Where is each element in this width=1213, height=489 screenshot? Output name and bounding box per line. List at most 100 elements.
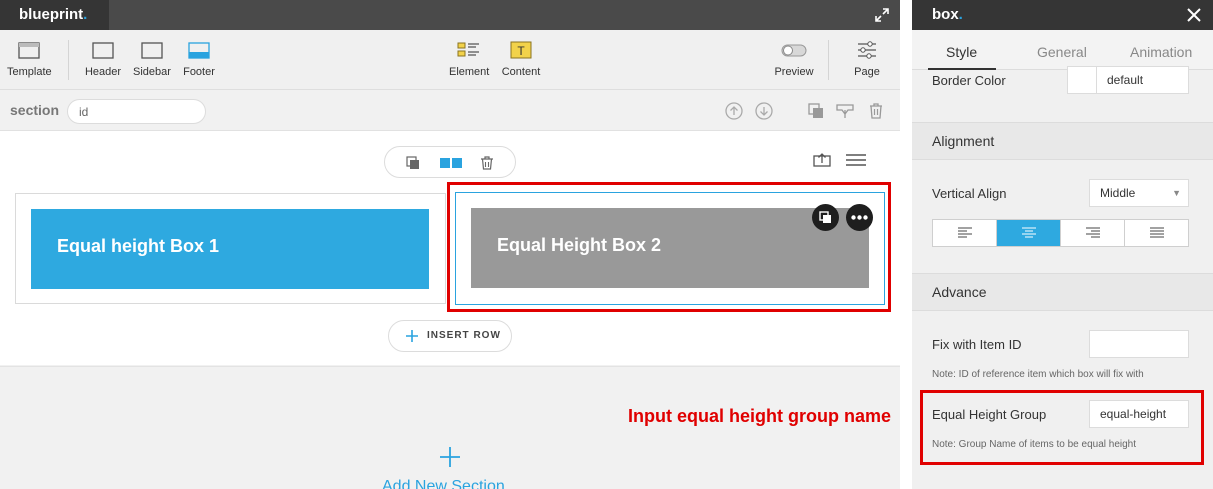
text-align-group xyxy=(932,219,1189,247)
equal-height-box-1[interactable]: Equal height Box 1 xyxy=(31,209,429,289)
editor-area: blueprint. Template Header Sidebar Foote… xyxy=(0,0,900,489)
align-center-icon xyxy=(1021,227,1036,238)
row-controls xyxy=(384,146,516,178)
header-button[interactable]: Header xyxy=(84,40,122,78)
toolbar-divider xyxy=(68,40,69,80)
page-button[interactable]: Page xyxy=(849,40,885,78)
vertical-align-label: Vertical Align xyxy=(932,186,1007,201)
header-icon xyxy=(92,42,114,59)
two-column-icon[interactable] xyxy=(439,155,463,171)
fix-item-input[interactable] xyxy=(1089,330,1189,358)
insert-row-button[interactable]: INSERT ROW xyxy=(388,320,512,352)
sidebar-button[interactable]: Sidebar xyxy=(133,40,171,78)
equal-height-group-note: Note: Group Name of items to be equal he… xyxy=(932,439,1137,450)
advance-heading: Advance xyxy=(912,273,1213,311)
sidebar-icon xyxy=(141,42,163,59)
fix-item-label: Fix with Item ID xyxy=(932,337,1022,352)
preview-label: Preview xyxy=(774,66,814,78)
save-section-icon[interactable] xyxy=(835,101,855,121)
add-new-section-link[interactable]: Add New Section xyxy=(382,478,505,489)
item-more-button[interactable] xyxy=(846,204,873,231)
vertical-align-value: Middle xyxy=(1100,186,1136,200)
border-color-input[interactable]: default xyxy=(1096,66,1189,94)
footer-icon xyxy=(188,42,210,59)
preview-toggle[interactable]: Preview xyxy=(774,40,814,78)
fix-item-note: Note: ID of reference item which box wil… xyxy=(932,369,1144,380)
panel-title-dot: . xyxy=(958,6,963,23)
element-icon xyxy=(457,42,479,57)
section-canvas: Equal height Box 1 Equal Height Box 2 IN… xyxy=(0,131,900,365)
move-down-icon[interactable] xyxy=(754,101,774,121)
move-up-icon[interactable] xyxy=(724,101,744,121)
align-justify-button[interactable] xyxy=(1125,220,1188,246)
lower-area: Input equal height group name Add New Se… xyxy=(0,366,900,489)
vertical-align-select[interactable]: Middle ▼ xyxy=(1089,179,1189,207)
content-button[interactable]: T Content xyxy=(501,40,541,78)
duplicate-icon[interactable] xyxy=(806,101,826,121)
settings-panel: box. Style General Animation Border Colo… xyxy=(912,0,1213,489)
add-section-plus-icon[interactable] xyxy=(438,445,462,469)
alignment-heading: Alignment xyxy=(912,122,1213,160)
panel-title-text: box xyxy=(932,6,959,23)
tab-animation[interactable]: Animation xyxy=(1130,44,1192,60)
duplicate-icon xyxy=(819,211,831,223)
footer-label: Footer xyxy=(183,66,215,78)
tab-style[interactable]: Style xyxy=(946,44,977,60)
upload-icon[interactable] xyxy=(812,151,834,169)
panel-header: box. xyxy=(912,0,1213,30)
template-icon xyxy=(18,42,40,59)
item-settings-button[interactable] xyxy=(812,204,839,231)
brand-dot: . xyxy=(83,6,88,23)
panel-gutter xyxy=(900,0,912,489)
align-left-button[interactable] xyxy=(933,220,997,246)
plus-icon xyxy=(406,330,418,342)
align-left-icon xyxy=(957,227,972,238)
align-right-button[interactable] xyxy=(1061,220,1125,246)
align-center-button[interactable] xyxy=(997,220,1061,246)
toolbar-divider xyxy=(828,40,829,80)
tab-general[interactable]: General xyxy=(1037,44,1087,60)
chevron-down-icon: ▼ xyxy=(1172,188,1181,198)
section-label: section xyxy=(10,102,60,118)
template-label: Template xyxy=(7,66,52,78)
element-label: Element xyxy=(449,66,490,78)
toggle-icon xyxy=(781,44,807,57)
equal-height-group-label: Equal Height Group xyxy=(932,407,1047,422)
template-button[interactable]: Template xyxy=(7,40,52,78)
active-tab-indicator xyxy=(928,68,996,70)
insert-row-label: INSERT ROW xyxy=(427,330,501,341)
brand-tab[interactable]: blueprint. xyxy=(0,0,109,30)
section-id-input[interactable] xyxy=(67,99,206,124)
brand-name: blueprint xyxy=(19,6,84,23)
annotation-text: Input equal height group name xyxy=(628,406,891,426)
top-bar: blueprint. xyxy=(0,0,900,30)
align-right-icon xyxy=(1085,227,1100,238)
column-1[interactable]: Equal height Box 1 xyxy=(15,193,446,304)
equal-height-group-input[interactable]: equal-height xyxy=(1089,400,1189,428)
page-label: Page xyxy=(854,66,880,78)
column-2[interactable]: Equal Height Box 2 xyxy=(455,192,885,305)
svg-text:T: T xyxy=(517,44,525,58)
menu-icon[interactable] xyxy=(845,151,867,169)
section-bar: section xyxy=(0,91,900,131)
expand-icon[interactable] xyxy=(874,7,890,23)
close-icon[interactable] xyxy=(1187,8,1201,22)
footer-button[interactable]: Footer xyxy=(181,40,217,78)
copy-icon[interactable] xyxy=(405,155,421,171)
sidebar-label: Sidebar xyxy=(133,66,171,78)
border-color-swatch[interactable] xyxy=(1067,66,1097,94)
panel-title: box. xyxy=(932,6,963,23)
toolbar: Template Header Sidebar Footer Element T xyxy=(0,30,900,90)
header-label: Header xyxy=(84,66,122,78)
equal-height-box-2[interactable]: Equal Height Box 2 xyxy=(471,208,869,288)
trash-icon[interactable] xyxy=(866,101,886,121)
element-button[interactable]: Element xyxy=(449,40,489,78)
sliders-icon xyxy=(858,41,876,59)
border-color-label: Border Color xyxy=(932,73,1006,88)
content-icon: T xyxy=(510,41,532,59)
more-dots-icon xyxy=(851,215,868,220)
content-label: Content xyxy=(501,66,541,78)
panel-tabs: Style General Animation xyxy=(912,30,1213,70)
align-justify-icon xyxy=(1149,227,1164,238)
trash-icon[interactable] xyxy=(479,155,495,171)
